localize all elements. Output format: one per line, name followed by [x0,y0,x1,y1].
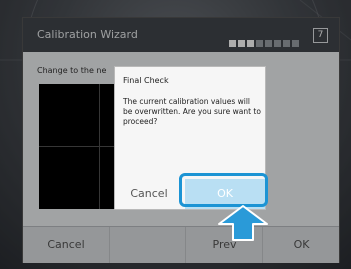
arrow-up-icon [218,205,268,241]
ok-button-highlight [179,173,268,207]
dialog-message: The current calibration values will be o… [123,97,261,126]
dialog-title: Final Check [123,76,169,85]
dialog-cancel-button[interactable]: Cancel [115,179,183,209]
